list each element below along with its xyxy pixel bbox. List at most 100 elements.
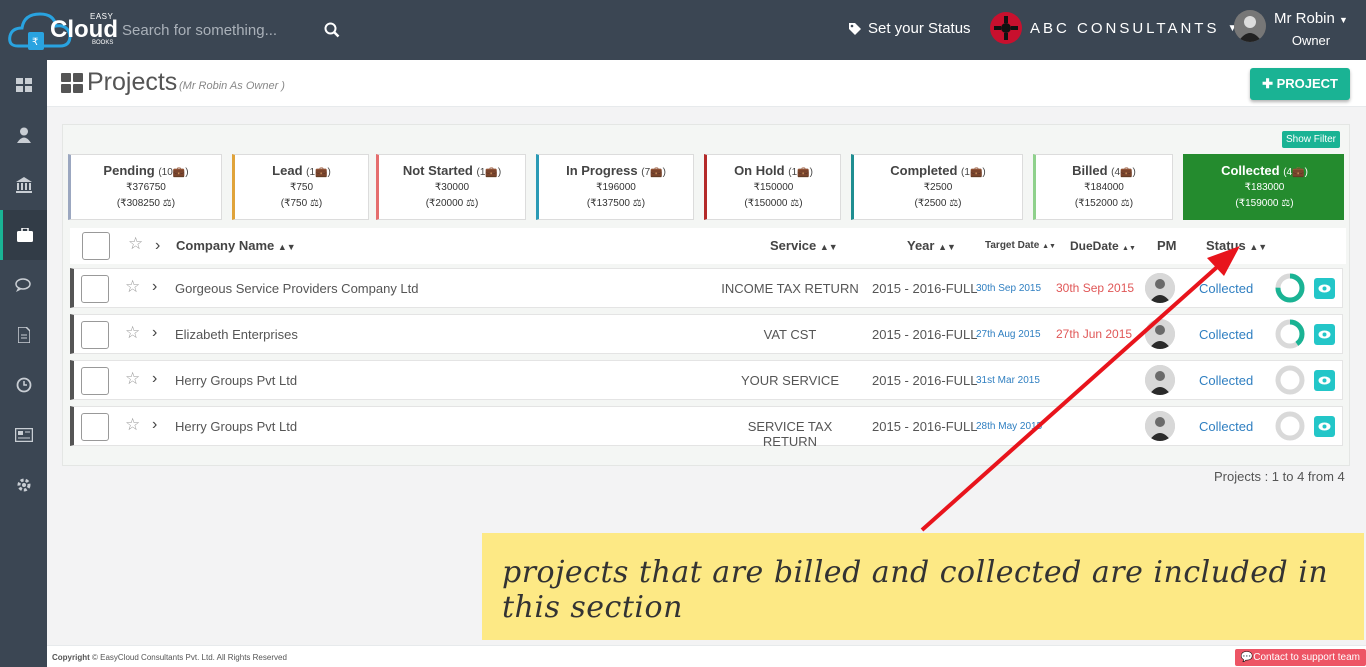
column-year-label: Year bbox=[907, 238, 935, 253]
row-checkbox[interactable] bbox=[81, 275, 109, 303]
pagination-info: Projects : 1 to 4 from 4 bbox=[1214, 469, 1345, 484]
status-card-on-hold[interactable]: On Hold (1💼) ₹150000 (₹150000 ⚖) bbox=[704, 154, 841, 220]
chevron-right-icon[interactable]: › bbox=[152, 278, 157, 296]
user-menu[interactable]: Mr Robin ▼ Owner bbox=[1234, 10, 1348, 48]
target-date-cell: 28th May 2015 bbox=[976, 421, 1043, 432]
sidebar-item-dashboard[interactable] bbox=[0, 60, 47, 110]
card-sub-amount: (₹159000 bbox=[1235, 198, 1279, 209]
table-row[interactable]: ☆ › Gorgeous Service Providers Company Ltd… bbox=[70, 268, 1343, 308]
footer: Copyright © EasyCloud Consultants Pvt. L… bbox=[47, 645, 1366, 667]
sidebar-item-time[interactable] bbox=[0, 360, 47, 410]
company-name-cell[interactable]: Elizabeth Enterprises bbox=[175, 327, 298, 342]
page-header: Projects (Mr Robin As Owner ) ✚ PROJECT bbox=[47, 60, 1366, 107]
dashboard-icon bbox=[15, 78, 32, 92]
set-status-link[interactable]: Set your Status bbox=[848, 20, 971, 37]
view-button[interactable] bbox=[1314, 416, 1335, 437]
eye-icon bbox=[1318, 422, 1331, 431]
row-checkbox[interactable] bbox=[81, 413, 109, 441]
column-service[interactable]: Service ▲▼ bbox=[770, 238, 838, 253]
star-icon[interactable]: ☆ bbox=[128, 234, 143, 254]
app-logo[interactable]: ₹ EASY Cloud BOOKS bbox=[8, 6, 120, 54]
search-input[interactable] bbox=[122, 14, 322, 46]
status-card-not-started[interactable]: Not Started (1💼) ₹30000 (₹20000 ⚖) bbox=[376, 154, 526, 220]
status-cell[interactable]: Collected bbox=[1199, 419, 1253, 434]
chevron-right-icon[interactable]: › bbox=[152, 324, 157, 342]
column-target-date[interactable]: Target Date ▲▼ bbox=[985, 240, 1056, 251]
year-cell: 2015 - 2016-FULL bbox=[872, 373, 978, 388]
company-switcher[interactable]: ABC CONSULTANTS ▼ bbox=[990, 12, 1237, 44]
card-title: Collected bbox=[1221, 163, 1280, 178]
status-card-collected[interactable]: Collected (4💼) ₹183000 (₹159000 ⚖) bbox=[1183, 154, 1344, 220]
avatar[interactable] bbox=[1145, 273, 1175, 303]
avatar[interactable] bbox=[1145, 411, 1175, 441]
avatar[interactable] bbox=[1145, 365, 1175, 395]
column-status[interactable]: Status ▲▼ bbox=[1206, 238, 1267, 253]
company-name-cell[interactable]: Gorgeous Service Providers Company Ltd bbox=[175, 281, 419, 296]
view-button[interactable] bbox=[1314, 370, 1335, 391]
scale-icon: ⚖) bbox=[465, 198, 479, 209]
avatar[interactable] bbox=[1145, 319, 1175, 349]
card-title: Pending bbox=[103, 163, 155, 178]
company-name-cell[interactable]: Herry Groups Pvt Ltd bbox=[175, 419, 297, 434]
search-icon[interactable] bbox=[324, 22, 340, 38]
sidebar-item-users[interactable] bbox=[0, 110, 47, 160]
show-filter-button[interactable]: Show Filter bbox=[1282, 131, 1341, 148]
table-row[interactable]: ☆ › Herry Groups Pvt Ltd SERVICE TAX RETURN… bbox=[70, 406, 1343, 449]
sidebar-item-projects[interactable] bbox=[0, 210, 47, 260]
sidebar-item-reports[interactable] bbox=[0, 410, 47, 460]
tag-icon bbox=[849, 22, 861, 35]
column-year[interactable]: Year ▲▼ bbox=[907, 238, 956, 253]
status-cell[interactable]: Collected bbox=[1199, 327, 1253, 342]
target-date-cell: 30th Sep 2015 bbox=[976, 283, 1042, 294]
scale-icon: ⚖) bbox=[1120, 198, 1134, 209]
column-due-date[interactable]: DueDate ▲▼ bbox=[1070, 239, 1136, 253]
briefcase-icon: 💼) bbox=[172, 167, 189, 178]
add-project-button[interactable]: ✚ PROJECT bbox=[1250, 68, 1350, 100]
status-cell[interactable]: Collected bbox=[1199, 281, 1253, 296]
row-checkbox[interactable] bbox=[81, 321, 109, 349]
progress-donut bbox=[1275, 411, 1305, 441]
row-checkbox[interactable] bbox=[81, 367, 109, 395]
status-cell[interactable]: Collected bbox=[1199, 373, 1253, 388]
table-header: ☆ › Company Name ▲▼ Service ▲▼ Year ▲▼ T… bbox=[70, 228, 1346, 264]
company-name-cell[interactable]: Herry Groups Pvt Ltd bbox=[175, 373, 297, 388]
card-count: (7 bbox=[641, 167, 651, 178]
user-icon bbox=[16, 127, 31, 143]
top-bar: ₹ EASY Cloud BOOKS Set your Status ABC C… bbox=[0, 0, 1366, 60]
column-company-name[interactable]: Company Name ▲▼ bbox=[176, 238, 296, 253]
sidebar-item-documents[interactable] bbox=[0, 310, 47, 360]
star-icon[interactable]: ☆ bbox=[125, 415, 140, 435]
user-role: Owner bbox=[1291, 33, 1331, 48]
status-card-billed[interactable]: Billed (4💼) ₹184000 (₹152000 ⚖) bbox=[1033, 154, 1173, 220]
chevron-right-icon[interactable]: › bbox=[152, 416, 157, 434]
table-row[interactable]: ☆ › Elizabeth Enterprises VAT CST 2015 - 201… bbox=[70, 314, 1343, 354]
view-button[interactable] bbox=[1314, 278, 1335, 299]
card-amount: ₹150000 bbox=[753, 182, 794, 193]
sidebar-item-settings[interactable] bbox=[0, 460, 47, 510]
star-icon[interactable]: ☆ bbox=[125, 323, 140, 343]
card-sub-amount: (₹750 bbox=[280, 198, 308, 209]
status-card-in-progress[interactable]: In Progress (7💼) ₹196000 (₹137500 ⚖) bbox=[536, 154, 694, 220]
status-card-pending[interactable]: Pending (10💼) ₹376750 (₹308250 ⚖) bbox=[68, 154, 222, 220]
column-pm[interactable]: PM bbox=[1157, 238, 1177, 253]
star-icon[interactable]: ☆ bbox=[125, 369, 140, 389]
card-amount: ₹750 bbox=[289, 182, 314, 193]
logo-books-text: BOOKS bbox=[92, 40, 114, 46]
copyright-text: © EasyCloud Consultants Pvt. Ltd. All Ri… bbox=[92, 653, 287, 662]
sidebar-item-chat[interactable] bbox=[0, 260, 47, 310]
chat-icon bbox=[14, 278, 31, 292]
star-icon[interactable]: ☆ bbox=[125, 277, 140, 297]
chevron-right-icon[interactable]: › bbox=[152, 370, 157, 388]
column-service-label: Service bbox=[770, 238, 817, 253]
chevron-down-icon: ▼ bbox=[1339, 15, 1348, 25]
status-card-lead[interactable]: Lead (1💼) ₹750 (₹750 ⚖) bbox=[232, 154, 369, 220]
table-row[interactable]: ☆ › Herry Groups Pvt Ltd YOUR SERVICE 2015 -… bbox=[70, 360, 1343, 400]
briefcase-icon: 💼) bbox=[315, 167, 331, 178]
scale-icon: ⚖) bbox=[949, 198, 962, 209]
status-card-completed[interactable]: Completed (1💼) ₹2500 (₹2500 ⚖) bbox=[851, 154, 1023, 220]
sidebar-item-bank[interactable] bbox=[0, 160, 47, 210]
chevron-right-icon[interactable]: › bbox=[155, 237, 160, 255]
view-button[interactable] bbox=[1314, 324, 1335, 345]
select-all-checkbox[interactable] bbox=[82, 232, 110, 260]
contact-support-button[interactable]: 💬Contact to support team bbox=[1234, 649, 1366, 666]
